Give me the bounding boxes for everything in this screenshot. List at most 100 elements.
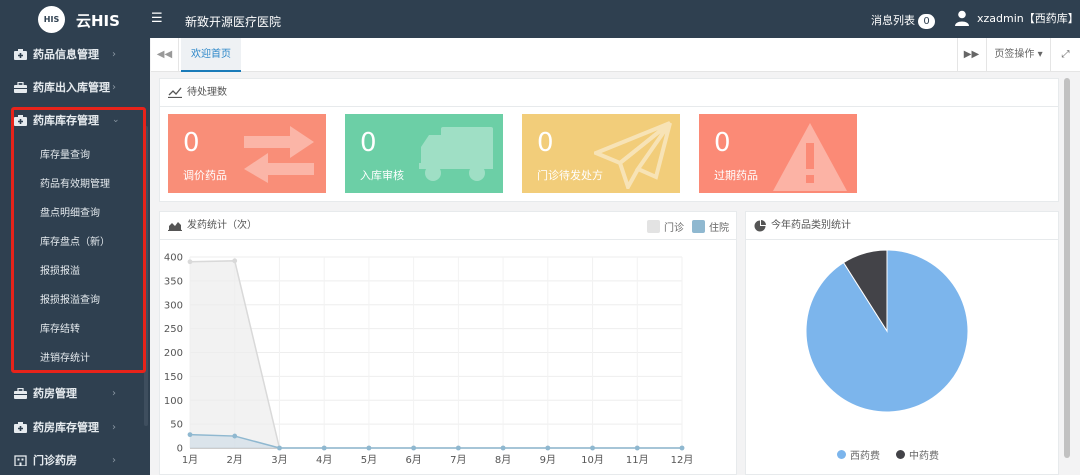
sidebar-item-label: 药库库存管理 <box>33 114 99 127</box>
chevron-right-icon: › <box>112 454 116 466</box>
sidebar-item-label: 药品信息管理 <box>33 48 99 61</box>
x-tick-label: 2月 <box>227 454 243 466</box>
pie-chart-header: 今年药品类别统计 <box>746 212 1058 240</box>
card-value: 0 <box>537 128 554 158</box>
card-label: 过期药品 <box>714 169 758 182</box>
exchange-icon <box>244 126 314 183</box>
pending-panel-title: 待处理数 <box>187 86 227 98</box>
x-tick-label: 1月 <box>182 454 198 466</box>
dispense-chart: 0 50 100 150 200 250 300 350 400 1月 2月 3月 4月 5月 6月 7月 8月… <box>164 253 694 467</box>
chevron-down-icon: ⌄ <box>112 115 120 125</box>
card-price-adjust[interactable]: 0 调价药品 <box>168 114 326 193</box>
data-point <box>187 432 193 438</box>
x-tick-label: 9月 <box>540 454 556 466</box>
legend-label: 门诊 <box>664 223 684 234</box>
tab-bar: ◀◀ 欢迎首页 ▶▶ 页签操作 ▾ ⤢ <box>151 38 1080 72</box>
plus-box-icon <box>14 114 27 126</box>
fullscreen-icon[interactable]: ⤢ <box>1050 38 1080 72</box>
data-point <box>634 445 640 451</box>
legend-label: 西药费 <box>850 451 880 462</box>
x-tick-label: 8月 <box>495 454 511 466</box>
data-point <box>187 259 193 265</box>
card-value: 0 <box>714 128 731 158</box>
menu-toggle-icon[interactable]: ☰ <box>151 11 163 26</box>
sidebar-subitem-inventory-statistics[interactable]: 进销存统计 <box>40 349 90 369</box>
card-stock-in-review[interactable]: 0 入库审核 <box>345 114 503 193</box>
data-point <box>679 445 685 451</box>
chevron-right-icon: › <box>112 421 116 433</box>
data-point <box>232 258 238 264</box>
pie-chart-icon <box>754 219 766 231</box>
card-expired-drugs[interactable]: 0 过期药品 <box>699 114 857 193</box>
sidebar-subitem-stock-query[interactable]: 库存量查询 <box>40 146 90 166</box>
chevron-right-icon: › <box>112 81 116 93</box>
data-point <box>590 445 595 451</box>
data-point <box>545 445 551 451</box>
card-label: 调价药品 <box>183 169 227 182</box>
tab-scroll-left-icon[interactable]: ◀◀ <box>151 38 179 72</box>
legend-swatch <box>647 220 660 233</box>
y-tick-label: 400 <box>164 253 183 264</box>
y-tick-label: 150 <box>164 372 183 383</box>
data-point <box>411 445 417 451</box>
y-tick-label: 100 <box>164 396 183 407</box>
sidebar-item-label: 药库出入库管理 <box>33 81 110 94</box>
messages-count-badge: 0 <box>918 14 935 29</box>
legend-inpatient[interactable]: 住院 <box>692 219 729 234</box>
x-tick-label: 12月 <box>671 454 694 466</box>
pie-chart-title: 今年药品类别统计 <box>771 219 851 231</box>
legend-chinese-drugs[interactable]: 中药费 <box>896 447 939 462</box>
x-tick-label: 6月 <box>405 454 421 466</box>
page-ops-label: 页签操作 <box>994 49 1035 60</box>
data-point <box>232 433 238 439</box>
legend-outpatient[interactable]: 门诊 <box>647 219 684 234</box>
data-point <box>277 445 282 451</box>
sidebar-item-pharmacy-stock[interactable]: 药房库存管理 › <box>0 411 150 443</box>
tab-home[interactable]: 欢迎首页 <box>181 38 241 72</box>
paper-plane-icon <box>594 121 672 189</box>
briefcase-icon <box>14 387 27 399</box>
x-tick-label: 4月 <box>316 454 332 466</box>
user-icon <box>955 10 969 26</box>
page-ops-dropdown[interactable]: 页签操作 ▾ <box>986 38 1050 72</box>
building-icon <box>14 454 27 466</box>
sidebar-item-label: 门诊药房 <box>33 454 77 467</box>
sidebar-subitem-expiry-management[interactable]: 药品有效期管理 <box>40 175 110 195</box>
y-tick-label: 50 <box>170 420 183 431</box>
x-tick-label: 11月 <box>626 454 649 466</box>
sidebar-item-outpatient-pharmacy[interactable]: 门诊药房 › <box>0 444 150 475</box>
y-tick-label: 250 <box>164 324 183 335</box>
chevron-right-icon: › <box>112 48 116 60</box>
card-value: 0 <box>183 128 200 158</box>
sidebar-subitem-inventory-detail-query[interactable]: 盘点明细查询 <box>40 204 100 224</box>
brand-title: 云HIS <box>76 12 120 30</box>
plus-box-icon <box>14 421 27 433</box>
sidebar-item-warehouse-stock[interactable]: 药库库存管理 ⌄ <box>0 104 150 136</box>
card-value: 0 <box>360 128 377 158</box>
content-scrollbar[interactable] <box>1064 78 1070 458</box>
card-pending-prescriptions[interactable]: 0 门诊待发处方 <box>522 114 680 193</box>
line-chart-icon <box>168 87 182 98</box>
legend-swatch <box>896 450 905 459</box>
sidebar-subitem-loss-overflow-query[interactable]: 报损报溢查询 <box>40 291 100 311</box>
y-tick-label: 0 <box>177 444 183 455</box>
legend-swatch <box>692 220 705 233</box>
y-tick-label: 200 <box>164 348 183 359</box>
sidebar-subitem-stocktake-new[interactable]: 库存盘点（新） <box>40 233 110 253</box>
legend-swatch <box>837 450 846 459</box>
data-point <box>455 445 461 451</box>
legend-western-drugs[interactable]: 西药费 <box>837 447 880 462</box>
sidebar-subitem-loss-overflow[interactable]: 报损报溢 <box>40 262 80 282</box>
messages-button[interactable]: 消息列表 0 <box>871 12 935 29</box>
card-label: 入库审核 <box>360 169 404 182</box>
sidebar-item-pharmacy-management[interactable]: 药房管理 › <box>0 377 150 409</box>
sidebar-item-label: 药房库存管理 <box>33 421 99 434</box>
warning-icon <box>773 123 847 191</box>
sidebar-item-label: 药房管理 <box>33 387 77 400</box>
sidebar-item-drug-info[interactable]: 药品信息管理 › <box>0 38 150 70</box>
sidebar-subitem-stock-carryover[interactable]: 库存结转 <box>40 320 80 340</box>
user-menu[interactable]: xzadmin【西药库】 <box>955 10 1079 26</box>
sidebar-item-warehouse-io[interactable]: 药库出入库管理 › <box>0 71 150 103</box>
user-name: xzadmin【西药库】 <box>977 12 1079 25</box>
tab-scroll-right-icon[interactable]: ▶▶ <box>957 38 985 72</box>
